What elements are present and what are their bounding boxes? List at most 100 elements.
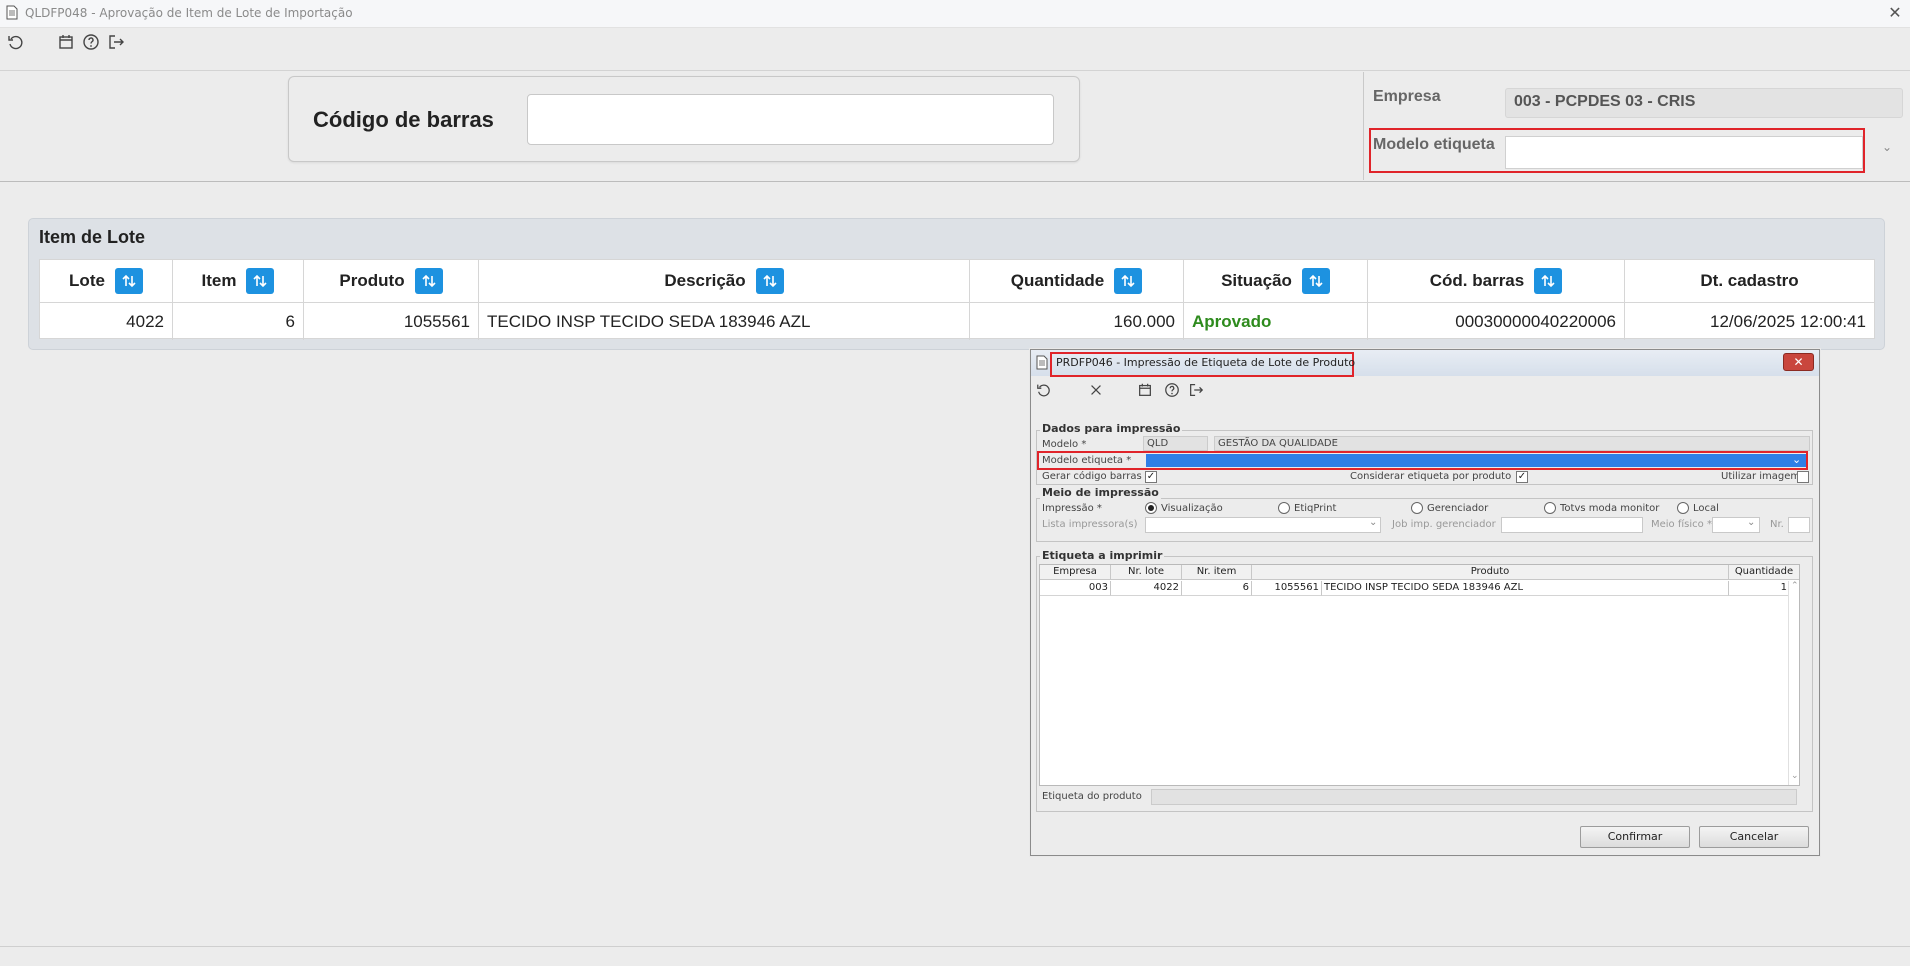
column-header: Situação	[1184, 260, 1367, 303]
dados-impressao-legend: Dados para impressão	[1040, 422, 1183, 435]
chevron-down-icon[interactable]: ⌄	[1882, 140, 1892, 154]
window-close-button[interactable]: ✕	[1884, 2, 1906, 24]
column-header-label: Descrição	[664, 271, 746, 290]
modelo-etiqueta-label: Modelo etiqueta	[1373, 136, 1495, 153]
gerar-codigo-label: Gerar código barras	[1042, 471, 1142, 482]
table-cell-nr-lote: 4022	[1111, 581, 1182, 596]
column-header: Nr. item	[1182, 565, 1252, 580]
sort-icon[interactable]	[755, 268, 784, 294]
meio-impressao-legend: Meio de impressão	[1040, 486, 1161, 499]
column-header-label: Item	[201, 271, 237, 290]
radio-gerenciador[interactable]	[1411, 502, 1423, 514]
sort-icon[interactable]	[414, 268, 443, 294]
utilizar-imagem-checkbox[interactable]	[1797, 471, 1809, 483]
meio-fisico-label: Meio físico *	[1651, 519, 1712, 530]
calendar-icon[interactable]	[1137, 382, 1153, 398]
chevron-down-icon[interactable]: ⌄	[1369, 517, 1377, 528]
dialog-close-button[interactable]: ✕	[1783, 353, 1814, 371]
chevron-down-icon[interactable]: ⌄	[1747, 517, 1755, 528]
radio-local-label: Local	[1693, 503, 1719, 514]
modelo-label: Modelo *	[1042, 439, 1087, 450]
exit-icon[interactable]	[107, 33, 125, 51]
radio-totvs-moda-monitor[interactable]	[1544, 502, 1556, 514]
confirm-button[interactable]: Confirmar	[1580, 826, 1690, 848]
table-cell-empresa: 003	[1040, 581, 1111, 596]
modelo-code-field: QLD	[1143, 436, 1208, 451]
table-cell-cod-barras: 00030000040220006	[1455, 311, 1616, 331]
exit-icon[interactable]	[1188, 382, 1204, 398]
lista-impressoras-label: Lista impressora(s)	[1042, 519, 1138, 530]
item-lote-table: Lote 4022 Item 6 Produto 1055561 Descriç…	[39, 259, 1875, 340]
help-icon[interactable]	[1164, 382, 1180, 398]
scroll-down-icon[interactable]: ⌄	[1791, 771, 1799, 781]
document-icon	[1036, 355, 1048, 370]
window-title: QLDFP048 - Aprovação de Item de Lote de …	[25, 6, 353, 20]
column-header: Dt. cadastro	[1625, 260, 1874, 303]
window-titlebar: QLDFP048 - Aprovação de Item de Lote de …	[0, 0, 1910, 28]
considerar-etiqueta-checkbox[interactable]: ✓	[1516, 471, 1528, 483]
table-cell-dt-cadastro: 12/06/2025 12:00:41	[1710, 311, 1866, 331]
chevron-down-icon[interactable]: ⌄	[1792, 453, 1801, 466]
table-cell-lote: 4022	[126, 311, 164, 331]
sort-icon[interactable]	[246, 268, 275, 294]
sort-icon[interactable]	[1534, 268, 1563, 294]
gerar-codigo-checkbox[interactable]: ✓	[1145, 471, 1157, 483]
radio-local[interactable]	[1677, 502, 1689, 514]
column-header: Cód. barras	[1368, 260, 1624, 303]
radio-visualizacao-label: Visualização	[1161, 503, 1223, 514]
table-cell-quantidade: 1	[1729, 581, 1789, 596]
column-item: Item 6	[173, 260, 304, 340]
column-header-label: Dt. cadastro	[1700, 271, 1799, 290]
column-header: Lote	[40, 260, 172, 303]
table-cell-quantidade: 160.000	[1113, 311, 1175, 331]
nr-input[interactable]	[1788, 517, 1810, 533]
etiqueta-table: Empresa Nr. lote Nr. item Produto Quanti…	[1039, 564, 1800, 786]
table-cell-produto-desc: TECIDO INSP TECIDO SEDA 183946 AZL	[1322, 581, 1729, 596]
barcode-label: Código de barras	[313, 107, 494, 132]
cancel-icon[interactable]	[1088, 382, 1104, 398]
job-imp-label: Job imp. gerenciador	[1392, 519, 1496, 530]
main-toolbar	[0, 28, 1910, 62]
barcode-input[interactable]	[527, 94, 1054, 145]
column-cod-barras: Cód. barras 00030000040220006	[1368, 260, 1625, 340]
column-header-label: Quantidade	[1010, 271, 1105, 290]
column-header: Nr. lote	[1111, 565, 1182, 580]
impressao-label: Impressão *	[1042, 503, 1102, 514]
scroll-up-icon[interactable]: ⌃	[1791, 581, 1799, 591]
column-header-label: Lote	[69, 271, 105, 290]
empresa-field: 003 - PCPDES 03 - CRIS	[1505, 88, 1903, 118]
modelo-etiqueta-dialog-select[interactable]	[1146, 454, 1806, 467]
refresh-icon[interactable]	[7, 33, 25, 51]
utilizar-imagem-label: Utilizar imagem	[1721, 471, 1801, 482]
radio-visualizacao[interactable]	[1145, 502, 1157, 514]
column-quantidade: Quantidade 160.000	[970, 260, 1184, 340]
column-descricao: Descrição TECIDO INSP TECIDO SEDA 183946…	[479, 260, 970, 340]
radio-etiqprint[interactable]	[1278, 502, 1290, 514]
column-header-label: Produto	[339, 271, 405, 290]
column-header-label: Situação	[1221, 271, 1292, 290]
dialog-toolbar	[1031, 377, 1819, 407]
column-header-label: Cód. barras	[1429, 271, 1525, 290]
column-produto: Produto 1055561	[304, 260, 479, 340]
table-cell-produto: 1055561	[403, 311, 470, 331]
job-imp-input[interactable]	[1501, 517, 1643, 533]
sort-icon[interactable]	[1301, 268, 1330, 294]
radio-gerenciador-label: Gerenciador	[1427, 503, 1489, 514]
status-badge: Aprovado	[1192, 311, 1272, 331]
column-header: Quantidade	[1729, 565, 1799, 580]
lista-impressoras-select[interactable]	[1145, 517, 1381, 533]
sort-icon[interactable]	[114, 268, 143, 294]
etiqueta-produto-label: Etiqueta do produto	[1042, 791, 1142, 802]
table-scrollbar[interactable]: ⌃ ⌄	[1788, 581, 1799, 785]
dialog-title: PRDFP046 - Impressão de Etiqueta de Lote…	[1056, 356, 1356, 369]
calendar-icon[interactable]	[57, 33, 75, 51]
item-lote-title: Item de Lote	[39, 227, 146, 247]
sort-icon[interactable]	[1114, 268, 1143, 294]
cancel-button[interactable]: Cancelar	[1699, 826, 1809, 848]
empresa-label: Empresa	[1373, 88, 1441, 105]
refresh-icon[interactable]	[1036, 382, 1052, 398]
column-header: Descrição	[479, 260, 969, 303]
modelo-etiqueta-select[interactable]	[1505, 136, 1863, 169]
table-cell-item: 6	[285, 311, 295, 331]
help-icon[interactable]	[82, 33, 100, 51]
